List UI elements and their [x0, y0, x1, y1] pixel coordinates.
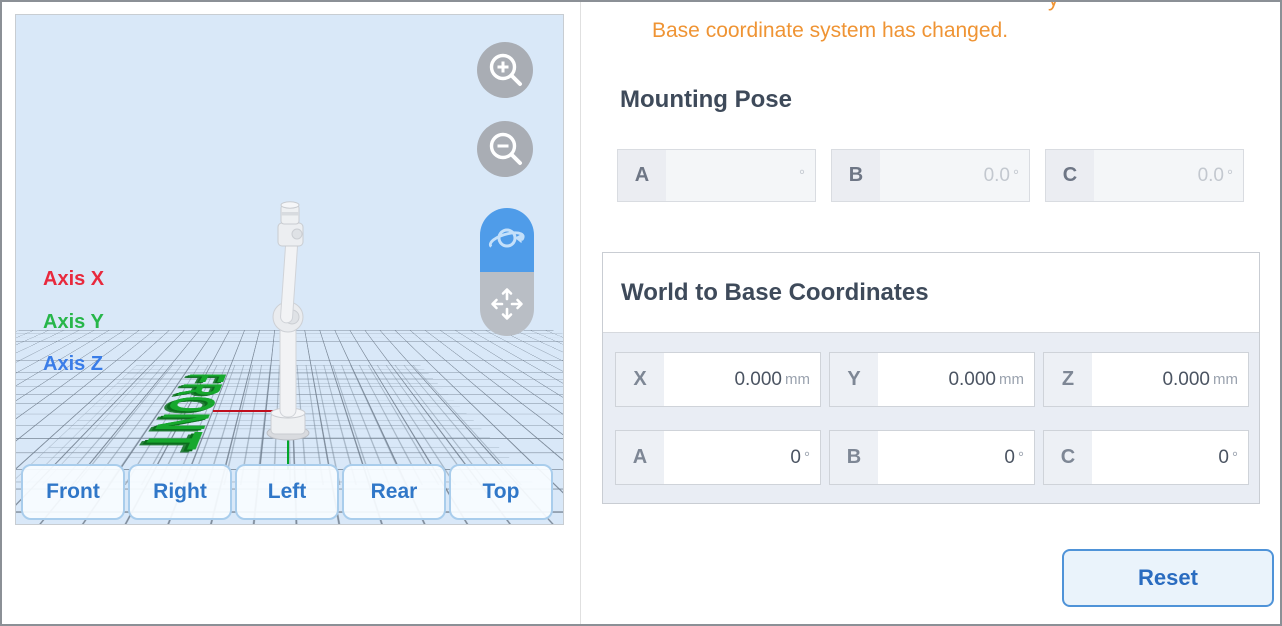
field-label: C [1044, 431, 1092, 484]
base-changed-notice: Base coordinate system has changed. [652, 19, 1008, 43]
zoom-in-button[interactable] [477, 42, 533, 98]
world-y-field[interactable]: Y 0.000mm [829, 352, 1035, 407]
pan-mode-button[interactable] [480, 272, 534, 336]
view-top-button[interactable]: Top [449, 464, 553, 520]
mounting-c-field: C 0.0° [1045, 149, 1244, 202]
axis-x-label: Axis X [43, 268, 104, 291]
field-value: 0° [1092, 431, 1248, 484]
mounting-b-field: B 0.0° [831, 149, 1030, 202]
rotate-pan-toggle [480, 208, 534, 336]
field-label: B [832, 150, 880, 201]
world-to-base-title: World to Base Coordinates [621, 279, 929, 307]
field-value: 0° [878, 431, 1034, 484]
field-unit: mm [785, 371, 810, 388]
view-right-button[interactable]: Right [128, 464, 232, 520]
magnifier-minus-icon [482, 126, 528, 172]
mounting-pose-title: Mounting Pose [620, 86, 792, 114]
field-unit: mm [1213, 371, 1238, 388]
move-arrows-icon [485, 282, 529, 326]
field-label: X [616, 353, 664, 406]
magnifier-plus-icon [482, 47, 528, 93]
field-unit: ° [804, 449, 810, 466]
zoom-out-button[interactable] [477, 121, 533, 177]
axis-z-label: Axis Z [43, 353, 103, 376]
mounting-pose-fields: A ° B 0.0° C 0.0° [617, 149, 1244, 202]
field-label: Y [830, 353, 878, 406]
field-value: 0.0° [1094, 150, 1243, 201]
robot-3d-viewport[interactable]: FRONT Axis X Axis Y Axis Z [15, 14, 564, 525]
field-value: 0.0° [880, 150, 1029, 201]
world-to-base-header: World to Base Coordinates [603, 253, 1259, 333]
field-value: 0.000mm [1092, 353, 1248, 406]
view-rear-button[interactable]: Rear [342, 464, 446, 520]
field-value: ° [666, 150, 815, 201]
field-unit: mm [999, 371, 1024, 388]
reset-button[interactable]: Reset [1062, 549, 1274, 607]
axis-y-label: Axis Y [43, 311, 104, 334]
field-label: Z [1044, 353, 1092, 406]
view-left-button[interactable]: Left [235, 464, 339, 520]
field-value: 0.000mm [664, 353, 820, 406]
field-label: B [830, 431, 878, 484]
rotate-mode-button[interactable] [480, 208, 534, 272]
robot-arm [236, 195, 346, 445]
field-label: A [616, 431, 664, 484]
view-front-button[interactable]: Front [21, 464, 125, 520]
orbit-rotate-icon [485, 218, 529, 262]
world-z-field[interactable]: Z 0.000mm [1043, 352, 1249, 407]
world-b-field[interactable]: B 0° [829, 430, 1035, 485]
robot-setup-page: FRONT Axis X Axis Y Axis Z [0, 0, 1282, 626]
field-label: A [618, 150, 666, 201]
panel-divider [580, 2, 581, 626]
mounting-a-field: A ° [617, 149, 816, 202]
field-label: C [1046, 150, 1094, 201]
field-unit: ° [1232, 449, 1238, 466]
world-xyz-row: X 0.000mm Y 0.000mm Z 0.000mm [615, 352, 1259, 407]
world-x-field[interactable]: X 0.000mm [615, 352, 821, 407]
world-abc-row: A 0° B 0° C 0° [615, 430, 1259, 485]
field-value: 0.000mm [878, 353, 1034, 406]
field-unit: ° [1018, 449, 1024, 466]
field-value: 0° [664, 431, 820, 484]
field-unit: ° [1013, 167, 1019, 184]
field-unit: ° [1227, 167, 1233, 184]
clipped-text-fragment: y [1048, 2, 1108, 14]
world-c-field[interactable]: C 0° [1043, 430, 1249, 485]
field-unit: ° [799, 167, 805, 184]
world-a-field[interactable]: A 0° [615, 430, 821, 485]
world-to-base-panel: World to Base Coordinates X 0.000mm Y 0.… [602, 252, 1260, 504]
